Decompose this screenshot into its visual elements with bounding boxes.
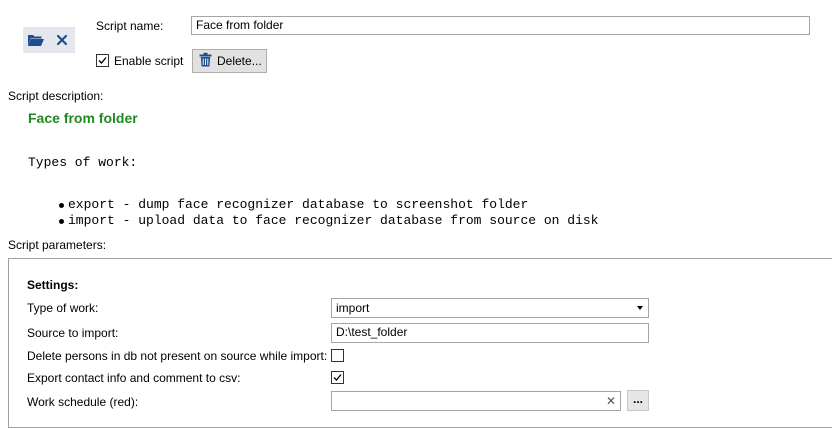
type-of-work-select[interactable]: import [331,298,649,318]
browse-button-label: ... [632,391,643,406]
script-parameters-label: Script parameters: [8,238,107,252]
settings-heading: Settings: [27,278,79,292]
trash-icon [198,52,213,70]
work-schedule-input[interactable]: ✕ [331,391,621,411]
close-icon [56,34,68,46]
script-name-label: Script name: [96,19,164,33]
enable-script-label: Enable script [114,54,184,68]
remove-button[interactable] [49,27,75,53]
types-of-work-list: export - dump face recognizer database t… [58,197,599,229]
export-contact-label: Export contact info and comment to csv: [27,371,241,385]
export-contact-checkbox[interactable] [331,371,344,384]
enable-script-checkbox[interactable] [96,54,109,67]
chevron-down-icon [637,306,643,310]
type-of-work-value: import [336,301,370,315]
source-to-import-label: Source to import: [27,326,119,340]
delete-persons-checkbox[interactable] [331,349,344,362]
type-of-work-label: Type of work: [27,301,99,315]
description-title: Face from folder [28,110,138,126]
work-schedule-label: Work schedule (red): [27,395,139,409]
list-item: export - dump face recognizer database t… [58,197,599,213]
delete-button-label: Delete... [217,54,262,68]
source-to-import-input[interactable]: D:\test_folder [331,323,649,343]
folder-open-icon [27,33,45,47]
clear-icon[interactable]: ✕ [606,394,616,408]
script-description-label: Script description: [8,89,104,103]
list-item: import - upload data to face recognizer … [58,213,599,229]
script-name-input[interactable]: Face from folder [191,16,810,35]
browse-button[interactable]: ... [627,390,649,411]
delete-button[interactable]: Delete... [192,49,267,73]
delete-persons-label: Delete persons in db not present on sour… [27,349,328,363]
open-folder-button[interactable] [23,27,49,53]
types-of-work-heading: Types of work: [28,155,138,170]
